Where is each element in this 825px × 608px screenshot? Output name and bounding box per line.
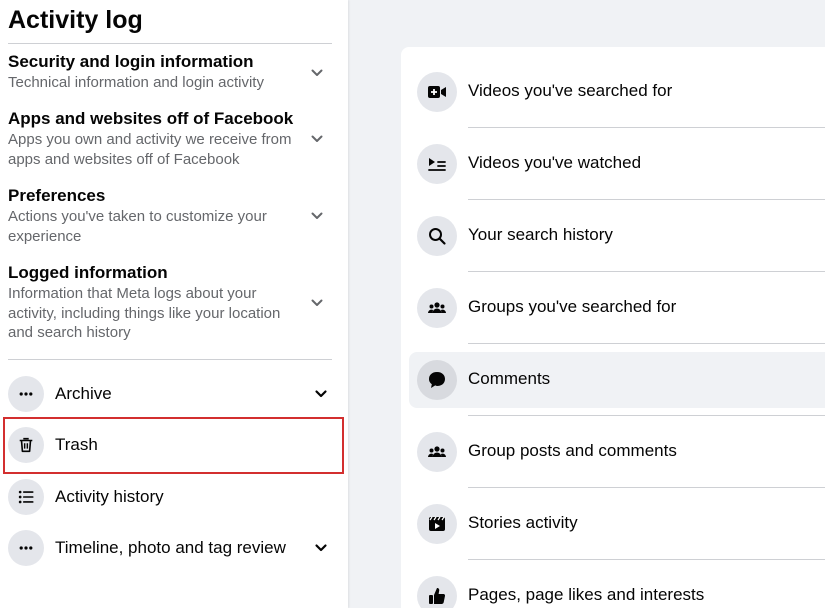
video-search-icon: [417, 72, 457, 112]
section-title: Logged information: [8, 263, 168, 282]
divider: [468, 559, 825, 560]
groups-icon: [417, 288, 457, 328]
section-description: Technical information and login activity: [8, 74, 264, 91]
chevron-down-icon: [310, 209, 324, 223]
section-title: Security and login information: [8, 52, 254, 71]
activity-item-groups-searched[interactable]: Groups you've searched for: [409, 280, 825, 336]
section-logged-information[interactable]: Logged information Information that Meta…: [8, 262, 338, 343]
activity-item-label: Comments: [468, 369, 551, 388]
chevron-down-icon: [310, 132, 324, 146]
activity-item-label: Videos you've searched for: [468, 81, 673, 100]
activity-categories-panel: Videos you've searched for Videos you've…: [401, 47, 825, 608]
search-icon: [417, 216, 457, 256]
nav-label: Timeline, photo and tag review: [55, 538, 286, 557]
more-dots-icon: [8, 376, 44, 412]
chevron-down-icon: [310, 66, 324, 80]
divider: [8, 359, 332, 360]
activity-item-comments[interactable]: Comments: [409, 352, 825, 408]
nav-label: Archive: [55, 384, 112, 403]
activity-item-pages-likes[interactable]: Pages, page likes and interests: [409, 568, 825, 608]
divider: [468, 343, 825, 344]
section-title: Apps and websites off of Facebook: [8, 109, 294, 128]
activity-log-sidebar: Activity log Security and login informat…: [0, 0, 348, 608]
divider: [8, 43, 332, 44]
activity-item-group-posts-comments[interactable]: Group posts and comments: [409, 424, 825, 480]
nav-label: Activity history: [55, 487, 164, 506]
chevron-down-icon: [314, 541, 328, 555]
thumbs-up-icon: [417, 576, 457, 608]
trash-highlight-box: [3, 417, 344, 474]
section-description: Apps you own and activity we receive fro…: [8, 131, 292, 168]
section-preferences[interactable]: Preferences Actions you've taken to cust…: [8, 185, 338, 246]
divider: [468, 271, 825, 272]
divider: [468, 127, 825, 128]
nav-archive[interactable]: Archive: [8, 372, 338, 416]
page-title: Activity log: [8, 6, 143, 34]
divider: [468, 199, 825, 200]
section-description: Information that Meta logs about your ac…: [8, 285, 281, 341]
section-title: Preferences: [8, 186, 106, 205]
divider: [468, 415, 825, 416]
more-dots-icon: [8, 530, 44, 566]
activity-item-label: Groups you've searched for: [468, 297, 677, 316]
section-description: Actions you've taken to customize your e…: [8, 208, 267, 245]
list-icon: [8, 479, 44, 515]
clapperboard-icon: [417, 504, 457, 544]
activity-item-label: Videos you've watched: [468, 153, 642, 172]
activity-item-label: Your search history: [468, 225, 613, 244]
chevron-down-icon: [310, 296, 324, 310]
section-apps-websites[interactable]: Apps and websites off of Facebook Apps y…: [8, 108, 338, 169]
chevron-down-icon: [314, 387, 328, 401]
video-watched-icon: [417, 144, 457, 184]
activity-item-videos-watched[interactable]: Videos you've watched: [409, 136, 825, 192]
activity-item-stories[interactable]: Stories activity: [409, 496, 825, 552]
nav-activity-history[interactable]: Activity history: [8, 475, 338, 519]
divider: [468, 487, 825, 488]
activity-item-label: Group posts and comments: [468, 441, 677, 460]
groups-icon: [417, 432, 457, 472]
activity-item-videos-searched[interactable]: Videos you've searched for: [409, 64, 825, 120]
section-security-login[interactable]: Security and login information Technical…: [8, 51, 338, 93]
activity-item-label: Stories activity: [468, 513, 578, 532]
activity-item-label: Pages, page likes and interests: [468, 585, 705, 604]
activity-item-search-history[interactable]: Your search history: [409, 208, 825, 264]
nav-timeline-photo-tag-review[interactable]: Timeline, photo and tag review: [8, 526, 338, 570]
comment-icon: [417, 360, 457, 400]
